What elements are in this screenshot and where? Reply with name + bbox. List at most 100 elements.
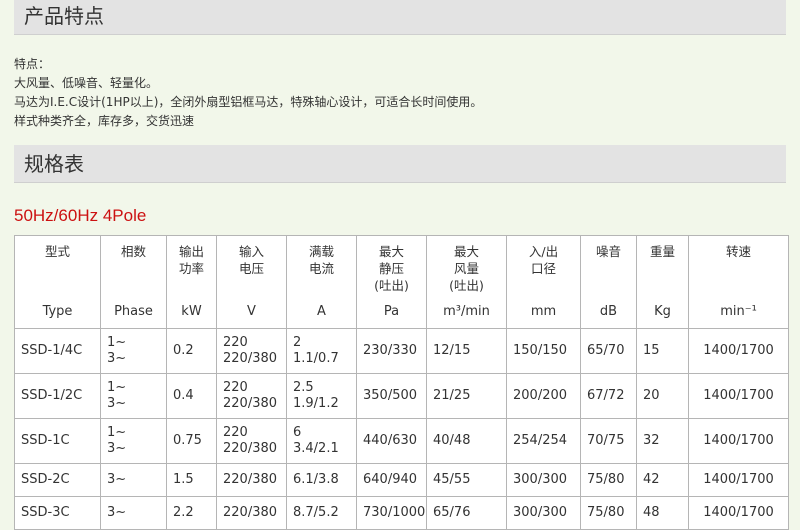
table-cell: 6 3.4/2.1 xyxy=(286,418,357,464)
feature-line: 马达为I.E.C设计(1HP以上)，全闭外扇型铝框马达，特殊轴心设计，可适合长时… xyxy=(14,95,483,109)
table-cell: 40/48 xyxy=(426,418,507,464)
table-cell: 1400/1700 xyxy=(688,373,789,419)
column-header-zh: 重量 xyxy=(649,244,675,259)
table-cell: 3~ xyxy=(100,496,167,530)
table-cell: 300/300 xyxy=(506,463,581,497)
table-cell: 12/15 xyxy=(426,328,507,374)
table-cell: 0.2 xyxy=(166,328,217,374)
section-title-features: 产品特点 xyxy=(24,4,104,28)
table-cell: 350/500 xyxy=(356,373,427,419)
table-cell: 2 1.1/0.7 xyxy=(286,328,357,374)
table-cell: 150/150 xyxy=(506,328,581,374)
table-cell: 300/300 xyxy=(506,496,581,530)
table-cell: 1400/1700 xyxy=(688,328,789,374)
table-cell: 8.7/5.2 xyxy=(286,496,357,530)
table-cell: 0.4 xyxy=(166,373,217,419)
table-cell: 48 xyxy=(636,496,689,530)
table-cell: 1~ 3~ xyxy=(100,418,167,464)
column-header-zh: 噪音 xyxy=(595,244,621,259)
column-header: 相数 Phase xyxy=(100,235,167,329)
table-cell: 1400/1700 xyxy=(688,496,789,530)
column-header: 重量 Kg xyxy=(636,235,689,329)
column-header-en: Kg xyxy=(654,304,671,319)
table-cell: 42 xyxy=(636,463,689,497)
table-cell: 1~ 3~ xyxy=(100,328,167,374)
table-cell: 32 xyxy=(636,418,689,464)
table-cell: 2.5 1.9/1.2 xyxy=(286,373,357,419)
column-header-en: dB xyxy=(599,304,618,319)
column-header-en: m³/min xyxy=(443,304,490,319)
table-cell: 220 220/380 xyxy=(216,418,287,464)
table-cell: SSD-3C xyxy=(14,496,101,530)
table-cell: 254/254 xyxy=(506,418,581,464)
column-header: 转速 min⁻¹ xyxy=(688,235,789,329)
table-row: SSD-1C 1~ 3~ 0.75 220 220/380 6 3.4/2.1 440/6… xyxy=(14,418,789,464)
column-header-zh: 输入 电压 xyxy=(238,244,264,276)
section-header-features: 产品特点 xyxy=(14,0,786,35)
table-cell: 67/72 xyxy=(580,373,637,419)
column-header: 输出 功率 kW xyxy=(166,235,217,329)
table-cell: 640/940 xyxy=(356,463,427,497)
table-cell: 220/380 xyxy=(216,496,287,530)
column-header-zh: 输出 功率 xyxy=(178,244,204,276)
table-cell: 220 220/380 xyxy=(216,373,287,419)
table-cell: 220/380 xyxy=(216,463,287,497)
column-header: 最大 风量 (吐出) m³/min xyxy=(426,235,507,329)
column-header: 入/出 口径 mm xyxy=(506,235,581,329)
section-title-specs: 规格表 xyxy=(24,152,84,176)
column-header-zh: 满载 电流 xyxy=(308,244,334,276)
column-header-en: Phase xyxy=(114,304,153,319)
table-cell: 20 xyxy=(636,373,689,419)
column-header-zh: 转速 xyxy=(725,244,751,259)
table-cell: 230/330 xyxy=(356,328,427,374)
table-header-row: 型式 Type 相数 Phase 输出 功率 kW 输入 电压 V 满载 电流 A 最大 静压 (吐… xyxy=(14,235,789,329)
table-cell: 1400/1700 xyxy=(688,418,789,464)
column-header-en: min⁻¹ xyxy=(720,304,757,319)
column-header-zh: 型式 xyxy=(44,244,70,259)
table-cell: 1~ 3~ xyxy=(100,373,167,419)
table-cell: 45/55 xyxy=(426,463,507,497)
table-cell: 21/25 xyxy=(426,373,507,419)
column-header-zh: 相数 xyxy=(120,244,146,259)
table-cell: 220 220/380 xyxy=(216,328,287,374)
table-cell: 6.1/3.8 xyxy=(286,463,357,497)
table-cell: 1400/1700 xyxy=(688,463,789,497)
table-cell: 200/200 xyxy=(506,373,581,419)
table-cell: 70/75 xyxy=(580,418,637,464)
table-cell: 0.75 xyxy=(166,418,217,464)
feature-line: 特点： xyxy=(14,57,51,71)
table-cell: 65/70 xyxy=(580,328,637,374)
column-header-en: Pa xyxy=(383,304,400,319)
table-cell: 75/80 xyxy=(580,496,637,530)
table-cell: SSD-1/2C xyxy=(14,373,101,419)
table-cell: 65/76 xyxy=(426,496,507,530)
spec-table: 型式 Type 相数 Phase 输出 功率 kW 输入 电压 V 满载 电流 A 最大 静压 (吐… xyxy=(14,235,789,530)
feature-line: 样式种类齐全，库存多，交货迅速 xyxy=(14,114,195,128)
table-cell: 3~ xyxy=(100,463,167,497)
table-title: 50Hz/60Hz 4Pole xyxy=(14,206,147,225)
table-cell: 730/1000 xyxy=(356,496,427,530)
features-text: 特点： 大风量、低噪音、轻量化。 马达为I.E.C设计(1HP以上)，全闭外扇型… xyxy=(14,55,482,131)
table-cell: 1.5 xyxy=(166,463,217,497)
column-header: 最大 静压 (吐出) Pa xyxy=(356,235,427,329)
table-row: SSD-1/4C 1~ 3~ 0.2 220 220/380 2 1.1/0.7 230/… xyxy=(14,328,789,374)
column-header-en: mm xyxy=(530,304,557,319)
column-header-en: Type xyxy=(42,304,73,319)
section-header-specs: 规格表 xyxy=(14,145,786,183)
table-cell: SSD-1/4C xyxy=(14,328,101,374)
column-header-zh: 入/出 口径 xyxy=(528,244,559,276)
column-header: 型式 Type xyxy=(14,235,101,329)
table-cell: 2.2 xyxy=(166,496,217,530)
table-cell: 75/80 xyxy=(580,463,637,497)
column-header-en: V xyxy=(247,304,256,319)
table-cell: 15 xyxy=(636,328,689,374)
column-header-zh: 最大 风量 (吐出) xyxy=(449,244,484,293)
table-cell: 440/630 xyxy=(356,418,427,464)
table-cell: SSD-1C xyxy=(14,418,101,464)
column-header: 输入 电压 V xyxy=(216,235,287,329)
feature-line: 大风量、低噪音、轻量化。 xyxy=(14,76,159,90)
column-header-en: kW xyxy=(181,304,202,319)
column-header-en: A xyxy=(317,304,326,319)
table-row: SSD-3C 3~ 2.2 220/380 8.7/5.2 730/1000 65/76 30… xyxy=(14,496,789,530)
table-cell: SSD-2C xyxy=(14,463,101,497)
